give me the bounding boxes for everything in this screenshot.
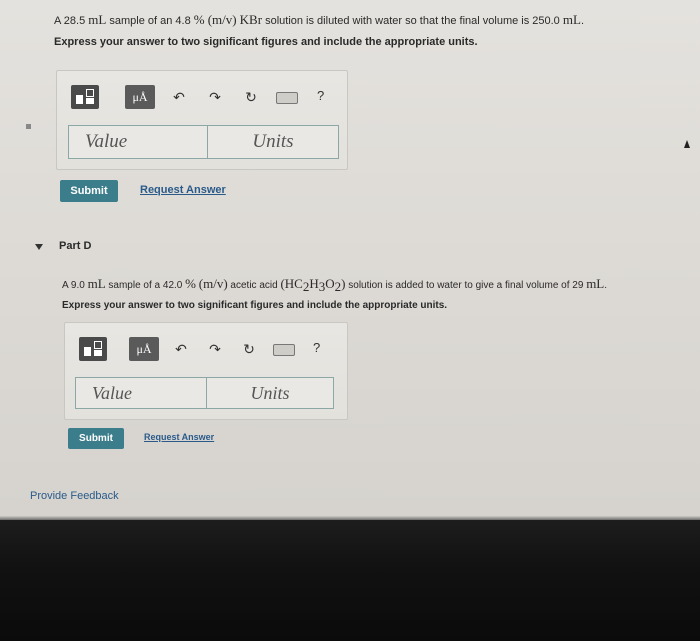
part-d-instruction: Express your answer to two significant f… <box>62 300 448 311</box>
templates-icon[interactable] <box>71 85 99 109</box>
part-d-toolbar: μÅ ↶ ↷ ↻ ? <box>79 337 341 363</box>
reset-icon[interactable]: ↻ <box>241 341 257 357</box>
provide-feedback-link[interactable]: Provide Feedback <box>30 490 119 502</box>
screen-area: A 28.5 mL sample of an 4.8 % (m/v) KBr s… <box>0 0 700 520</box>
screen-mark <box>26 124 31 129</box>
part-d-value-input[interactable]: Value <box>75 377 207 409</box>
part-d-title[interactable]: Part D <box>59 240 91 252</box>
part-d-answer-box: μÅ ↶ ↷ ↻ ? Value Units <box>64 322 348 420</box>
part-c-instruction: Express your answer to two significant f… <box>54 36 478 48</box>
templates-icon[interactable] <box>79 337 107 361</box>
part-c-toolbar: μÅ ↶ ↷ ↻ ? <box>71 85 341 111</box>
part-d-units-input[interactable]: Units <box>206 377 334 409</box>
monitor-bezel <box>0 520 700 641</box>
part-d-submit-button[interactable]: Submit <box>68 428 124 449</box>
undo-icon[interactable]: ↶ <box>171 89 187 105</box>
help-icon[interactable]: ? <box>313 340 320 355</box>
part-c-submit-button[interactable]: Submit <box>60 180 118 202</box>
part-c-answer-box: μÅ ↶ ↷ ↻ ? Value Units <box>56 70 348 170</box>
redo-icon[interactable]: ↷ <box>207 89 223 105</box>
part-c-units-input[interactable]: Units <box>207 125 339 159</box>
undo-icon[interactable]: ↶ <box>173 341 189 357</box>
help-icon[interactable]: ? <box>317 88 324 103</box>
units-palette-button[interactable]: μÅ <box>129 337 159 361</box>
part-d-collapse-caret[interactable] <box>35 244 43 250</box>
mouse-cursor <box>684 140 690 148</box>
redo-icon[interactable]: ↷ <box>207 341 223 357</box>
part-d-request-answer-link[interactable]: Request Answer <box>144 432 214 442</box>
part-c-question: A 28.5 mL sample of an 4.8 % (m/v) KBr s… <box>54 12 584 27</box>
part-c-request-answer-link[interactable]: Request Answer <box>140 184 226 196</box>
keyboard-icon[interactable] <box>273 344 295 356</box>
part-d-question: A 9.0 mL sample of a 42.0 % (m/v) acetic… <box>62 276 608 294</box>
reset-icon[interactable]: ↻ <box>243 89 259 105</box>
units-palette-button[interactable]: μÅ <box>125 85 155 109</box>
part-c-value-input[interactable]: Value <box>68 125 208 159</box>
keyboard-icon[interactable] <box>276 92 298 104</box>
